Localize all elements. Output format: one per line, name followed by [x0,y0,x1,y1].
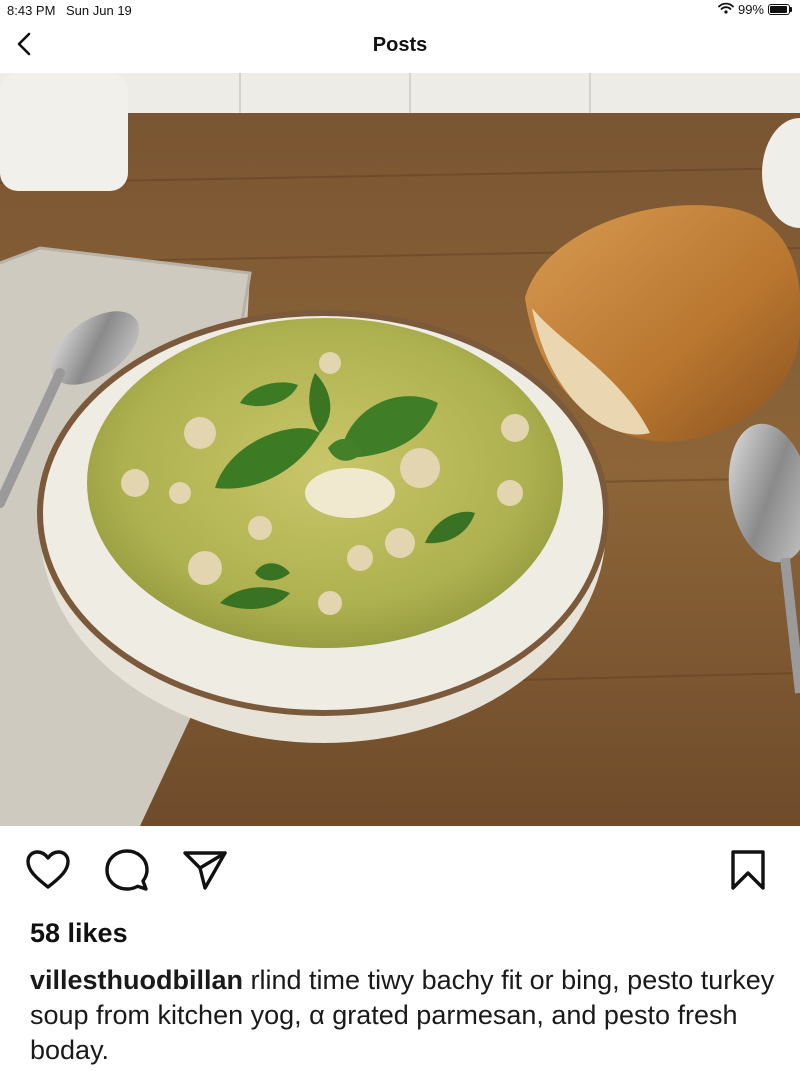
heart-icon [25,849,71,896]
status-date: Sun Jun 19 [66,3,132,18]
post-actions [0,840,800,904]
post-image[interactable] [0,73,800,826]
caption-username[interactable]: villesthuodbillan [30,965,243,995]
bookmark-icon [730,849,766,896]
comment-icon [105,848,149,897]
likes-count[interactable]: 58 likes [30,918,128,949]
share-icon [182,849,228,896]
battery-icon [768,4,792,15]
bookmark-button[interactable] [724,848,772,896]
post-caption: villesthuodbillan rlind time tiwy bachy … [30,963,780,1068]
share-button[interactable] [181,848,229,896]
battery-percent: 99% [737,2,764,17]
nav-bar: Posts [0,22,800,72]
status-bar: 8:43 PM Sun Jun 19 99% [0,0,800,22]
status-time: 8:43 PM [7,3,56,18]
like-button[interactable] [24,848,72,896]
comment-button[interactable] [103,848,151,896]
wifi-icon [718,2,734,17]
status-indicators: 99% [718,2,792,17]
page-title: Posts [372,34,428,56]
